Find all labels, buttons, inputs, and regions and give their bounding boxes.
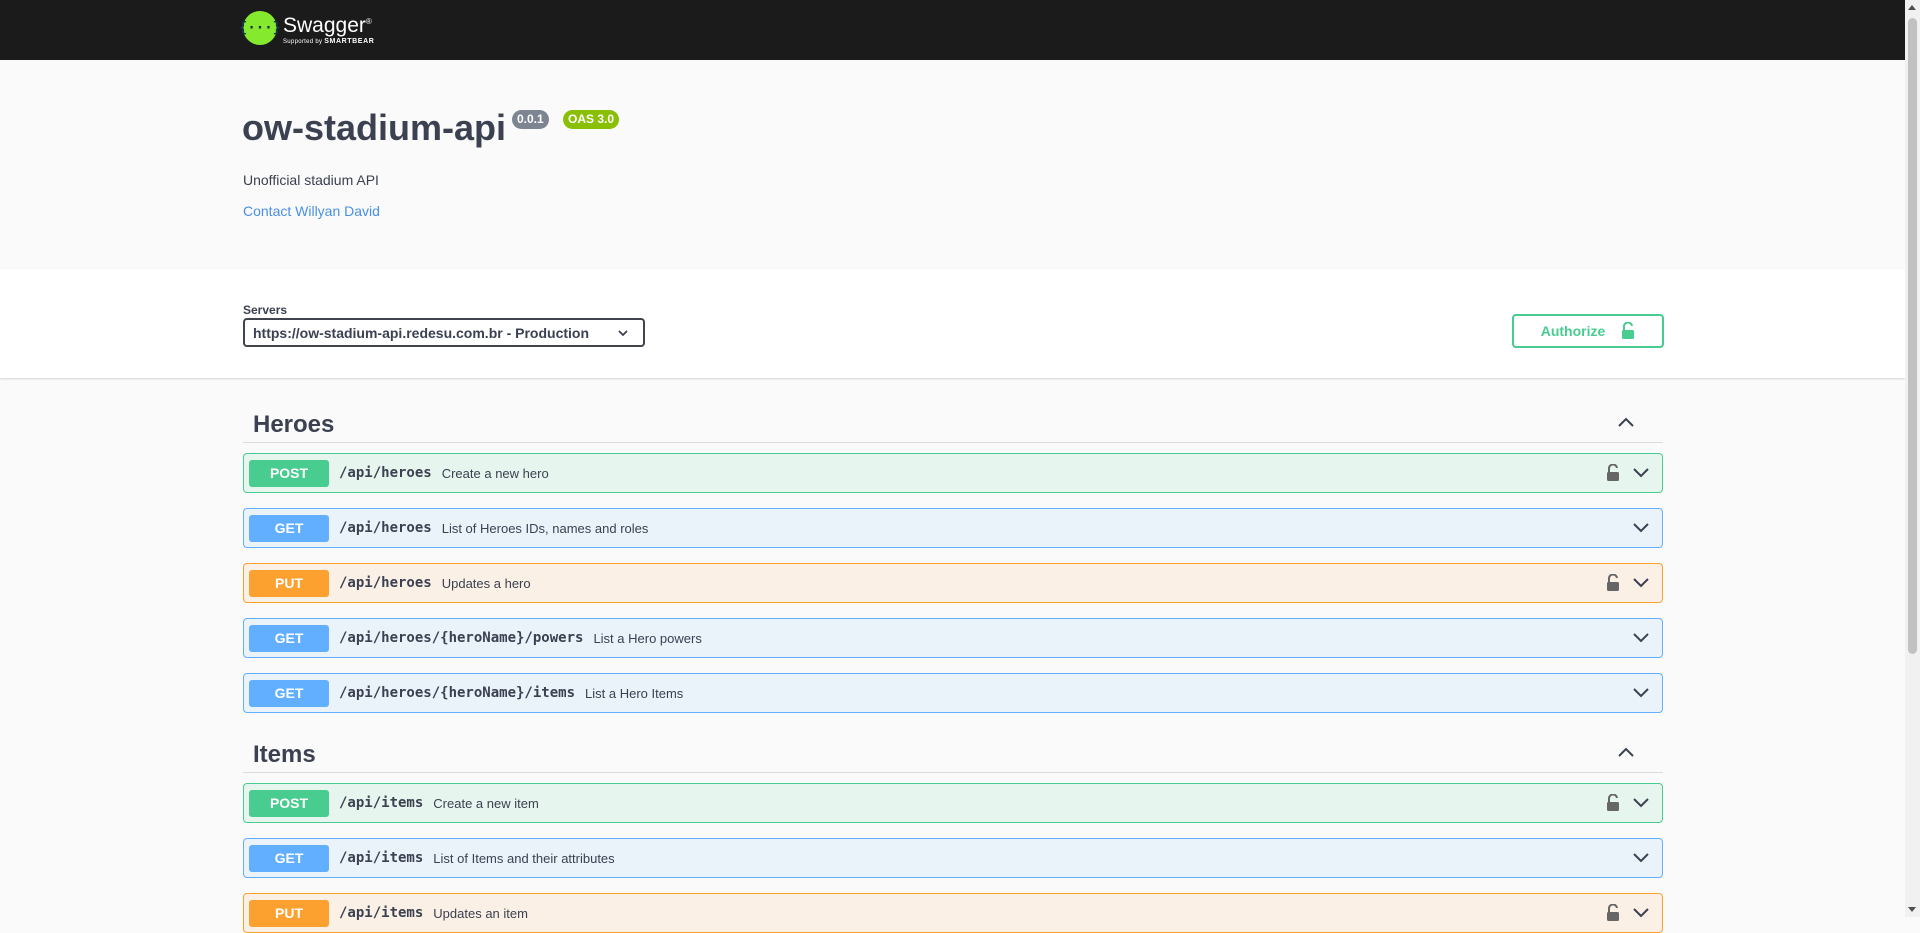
lock-icon[interactable] <box>1606 794 1620 812</box>
chevron-down-icon[interactable] <box>1632 687 1650 699</box>
operation-summary: Updates a hero <box>441 575 531 591</box>
version-badge: 0.0.1 <box>512 110 549 129</box>
scrollbar-thumb[interactable] <box>1908 18 1917 654</box>
operation-post-heroes[interactable]: POST /api/heroes Create a new hero <box>243 453 1663 493</box>
method-badge: PUT <box>249 569 329 597</box>
chevron-down-icon <box>618 330 628 337</box>
authorize-label: Authorize <box>1540 323 1606 339</box>
operation-get-hero-powers[interactable]: GET /api/heroes/{heroName}/powers List a… <box>243 618 1663 658</box>
chevron-down-icon[interactable] <box>1632 577 1650 589</box>
servers-select[interactable]: https://ow-stadium-api.redesu.com.br - P… <box>243 318 645 347</box>
operation-summary: List a Hero powers <box>593 630 702 646</box>
info-section: ow-stadium-api 0.0.1 OAS 3.0 Unofficial … <box>0 60 1905 269</box>
scroll-down-arrow-icon[interactable] <box>1908 907 1916 912</box>
logo-subtitle: Supported by SMARTBEAR <box>283 38 375 45</box>
method-badge: GET <box>249 624 329 652</box>
api-title: ow-stadium-api <box>242 107 507 148</box>
operation-summary: Create a new hero <box>441 465 549 481</box>
operation-put-heroes[interactable]: PUT /api/heroes Updates a hero <box>243 563 1663 603</box>
chevron-down-icon[interactable] <box>1632 797 1650 809</box>
method-badge: POST <box>249 459 329 487</box>
method-badge: GET <box>249 514 329 542</box>
operation-put-items[interactable]: PUT /api/items Updates an item <box>243 893 1663 933</box>
servers-label: Servers <box>243 303 288 317</box>
operation-path: /api/items <box>339 905 424 921</box>
lock-icon[interactable] <box>1606 464 1620 482</box>
chevron-down-icon[interactable] <box>1632 852 1650 864</box>
unlocked-lock-icon <box>1622 322 1635 339</box>
scroll-up-arrow-icon[interactable] <box>1908 5 1916 10</box>
chevron-up-icon[interactable] <box>1617 746 1635 758</box>
tag-heroes[interactable]: Heroes <box>243 404 1663 443</box>
operation-get-heroes[interactable]: GET /api/heroes List of Heroes IDs, name… <box>243 508 1663 548</box>
servers-container: Servers https://ow-stadium-api.redesu.co… <box>0 269 1905 378</box>
operation-path: /api/heroes <box>339 465 432 481</box>
swagger-logo-icon: {···} <box>239 11 281 45</box>
method-badge: GET <box>249 844 329 872</box>
operation-path: /api/heroes <box>339 575 432 591</box>
operation-path: /api/heroes/{heroName}/items <box>339 685 576 701</box>
operation-summary: List of Items and their attributes <box>433 850 615 866</box>
topbar: {···} Swagger® Supported by SMARTBEAR <box>0 0 1920 60</box>
swagger-logo[interactable]: {···} Swagger® Supported by SMARTBEAR <box>239 11 375 45</box>
tag-title: Heroes <box>253 411 335 438</box>
method-badge: GET <box>249 679 329 707</box>
chevron-up-icon[interactable] <box>1617 416 1635 428</box>
api-description: Unofficial stadium API <box>243 172 379 188</box>
page-scrollbar[interactable] <box>1905 0 1920 917</box>
operation-summary: List a Hero Items <box>585 685 684 701</box>
operation-path: /api/heroes/{heroName}/powers <box>339 630 584 646</box>
authorize-button[interactable]: Authorize <box>1512 314 1664 348</box>
operation-path: /api/items <box>339 795 424 811</box>
operation-get-items[interactable]: GET /api/items List of Items and their a… <box>243 838 1663 878</box>
method-badge: POST <box>249 789 329 817</box>
lock-icon[interactable] <box>1606 574 1620 592</box>
operation-summary: Updates an item <box>433 905 528 921</box>
operation-path: /api/items <box>339 850 424 866</box>
chevron-down-icon[interactable] <box>1632 907 1650 919</box>
operation-post-items[interactable]: POST /api/items Create a new item <box>243 783 1663 823</box>
lock-icon[interactable] <box>1606 904 1620 922</box>
operation-path: /api/heroes <box>339 520 432 536</box>
chevron-down-icon[interactable] <box>1632 467 1650 479</box>
chevron-down-icon[interactable] <box>1632 522 1650 534</box>
operation-summary: Create a new item <box>433 795 539 811</box>
servers-selected-value: https://ow-stadium-api.redesu.com.br - P… <box>253 324 590 341</box>
method-badge: PUT <box>249 899 329 927</box>
logo-title: Swagger® <box>283 14 372 37</box>
chevron-down-icon[interactable] <box>1632 632 1650 644</box>
tag-items[interactable]: Items <box>243 734 1663 773</box>
oas-badge: OAS 3.0 <box>563 110 620 129</box>
tag-title: Items <box>253 741 316 768</box>
operation-get-hero-items[interactable]: GET /api/heroes/{heroName}/items List a … <box>243 673 1663 713</box>
contact-link[interactable]: Contact Willyan David <box>243 203 380 219</box>
operation-summary: List of Heroes IDs, names and roles <box>441 520 649 536</box>
